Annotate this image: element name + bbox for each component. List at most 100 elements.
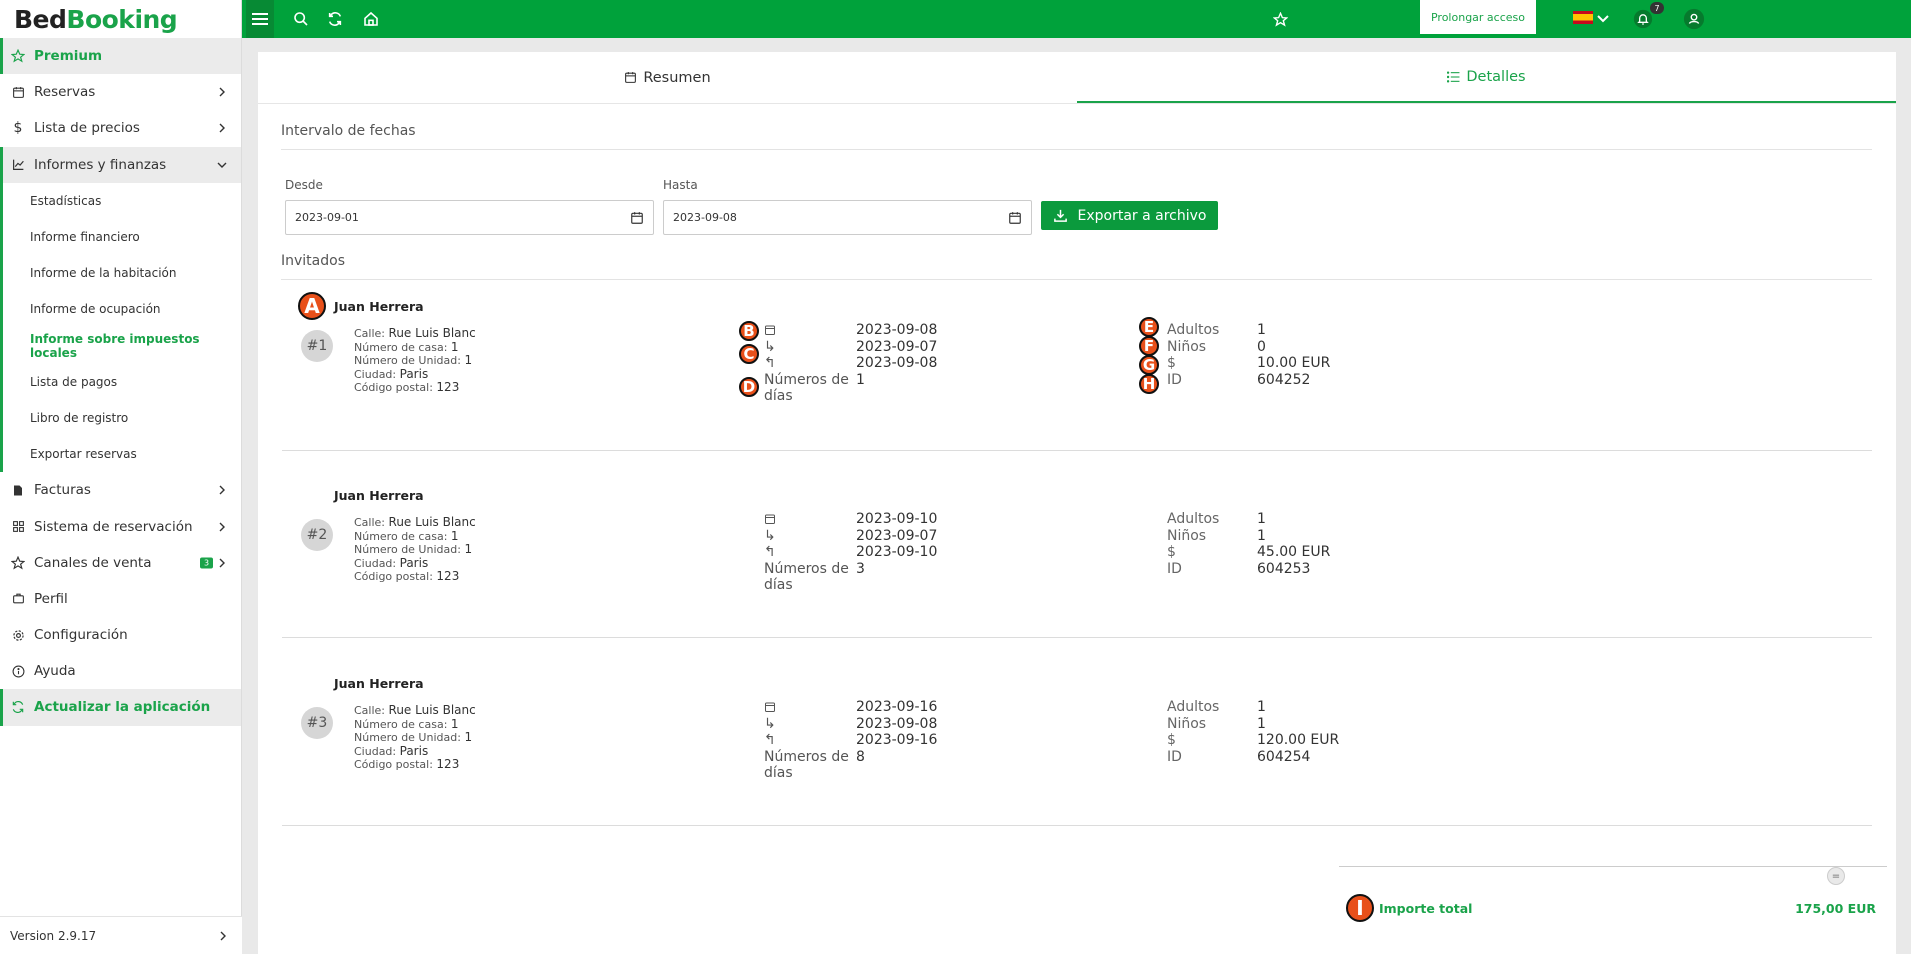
city-value: Paris bbox=[399, 366, 429, 381]
sidebar-item-facturas[interactable]: Facturas bbox=[0, 472, 241, 508]
favorite-button[interactable] bbox=[1263, 0, 1297, 38]
id-label: ID bbox=[1167, 371, 1182, 388]
zip-label: Código postal: bbox=[354, 570, 433, 583]
export-file-button[interactable]: Exportar a archivo bbox=[1041, 201, 1218, 230]
checkout-icon: ↰ bbox=[764, 355, 776, 371]
tab-detalles[interactable]: Detalles bbox=[1077, 52, 1896, 103]
id-value: 604252 bbox=[1257, 371, 1311, 388]
guest-name: Juan Herrera bbox=[334, 676, 424, 691]
main-content: Resumen Detalles Intervalo de fechas Des… bbox=[258, 52, 1896, 954]
menu-toggle-button[interactable] bbox=[246, 0, 274, 38]
calendar-icon bbox=[765, 325, 775, 336]
sidebar-item-configuracion[interactable]: Configuración bbox=[0, 617, 241, 653]
subitem-label: Libro de registro bbox=[30, 410, 129, 425]
hamburger-icon bbox=[252, 13, 268, 25]
guest-address: Calle: Rue Luis Blanc Número de casa: 1 … bbox=[354, 515, 476, 584]
channels-count-badge: 3 bbox=[200, 557, 213, 569]
annotation-marker-e: E bbox=[1139, 317, 1159, 337]
chevron-right-icon bbox=[219, 87, 225, 97]
prolongar-acceso-button[interactable]: Prolongar acceso bbox=[1420, 0, 1536, 34]
checkin-icon: ↳ bbox=[764, 715, 776, 732]
language-dropdown[interactable] bbox=[1593, 0, 1613, 38]
subitem-label: Informe de ocupación bbox=[30, 302, 161, 317]
checkin-icon: ↳ bbox=[764, 527, 776, 544]
children-label: Niños bbox=[1167, 527, 1207, 544]
price-label: $ bbox=[1167, 355, 1176, 371]
sidebar-subitem-informe-financiero[interactable]: Informe financiero bbox=[0, 218, 241, 256]
sidebar-item-label: Actualizar la aplicación bbox=[34, 699, 211, 716]
sidebar-item-perfil[interactable]: Perfil bbox=[0, 581, 241, 617]
price-value: 120.00 EUR bbox=[1257, 732, 1340, 748]
equals-icon: = bbox=[1827, 867, 1845, 885]
guest-occupancy: Adultos 1 Niños 0 $10.00 EUR ID 604252 bbox=[1167, 322, 1330, 388]
chart-line-icon bbox=[10, 157, 26, 173]
search-button[interactable] bbox=[284, 0, 318, 38]
adults-label: Adultos bbox=[1167, 511, 1220, 527]
sidebar-subitem-impuestos-locales[interactable]: Informe sobre impuestos locales bbox=[0, 327, 241, 364]
sidebar-subitem-informe-ocupacion[interactable]: Informe de ocupación bbox=[0, 291, 241, 328]
days-label: Números de bbox=[764, 560, 849, 577]
sidebar-item-label: Sistema de reservación bbox=[34, 518, 193, 535]
sidebar-item-label: Perfil bbox=[34, 590, 68, 607]
street-value: Rue Luis Blanc bbox=[388, 515, 476, 529]
sidebar-item-ayuda[interactable]: Ayuda bbox=[0, 653, 241, 689]
sidebar-item-label: Premium bbox=[34, 48, 103, 65]
annotation-marker-c: C bbox=[739, 344, 759, 364]
sidebar-subitem-lista-pagos[interactable]: Lista de pagos bbox=[0, 363, 241, 400]
adults-value: 1 bbox=[1257, 511, 1266, 527]
gear-icon bbox=[10, 627, 26, 643]
version-label: Version 2.9.17 bbox=[10, 928, 97, 943]
unit-value: 1 bbox=[464, 542, 473, 556]
zip-label: Código postal: bbox=[354, 381, 433, 394]
brand-part1: Bed bbox=[14, 4, 67, 34]
sidebar-subitem-informe-habitacion[interactable]: Informe de la habitación bbox=[0, 255, 241, 292]
checkout-icon: ↰ bbox=[764, 732, 776, 748]
days-label: Números de bbox=[764, 371, 849, 388]
chevron-right-icon bbox=[219, 558, 225, 568]
subitem-label: Informe de la habitación bbox=[30, 266, 177, 281]
briefcase-icon bbox=[10, 591, 26, 607]
unit-label: Número de Unidad: bbox=[354, 354, 461, 367]
guest-name: Juan Herrera bbox=[334, 299, 424, 314]
sidebar-item-premium[interactable]: Premium bbox=[0, 38, 241, 75]
sidebar-item-canales-venta[interactable]: Canales de venta 3 bbox=[0, 545, 241, 581]
sidebar-item-lista-precios[interactable]: $ Lista de precios bbox=[0, 110, 241, 146]
sidebar-subitem-exportar-reservas[interactable]: Exportar reservas bbox=[0, 436, 241, 473]
tab-resumen[interactable]: Resumen bbox=[258, 52, 1077, 103]
street-label: Calle: bbox=[354, 516, 386, 529]
days-label: Números de bbox=[764, 748, 849, 765]
days-label-2: días bbox=[764, 577, 793, 593]
subitem-label: Exportar reservas bbox=[30, 447, 137, 462]
children-value: 0 bbox=[1257, 338, 1266, 355]
annotation-marker-h: H bbox=[1139, 374, 1159, 394]
adults-value: 1 bbox=[1257, 322, 1266, 338]
checkout-value: 2023-09-08 bbox=[856, 355, 938, 371]
house-value: 1 bbox=[450, 528, 459, 543]
guest-divider bbox=[282, 825, 1872, 826]
sidebar-item-actualizar[interactable]: Actualizar la aplicación bbox=[0, 689, 241, 726]
city-label: Ciudad: bbox=[354, 744, 397, 758]
sidebar-subitem-libro-registro[interactable]: Libro de registro bbox=[0, 399, 241, 437]
sidebar-item-sistema-reservacion[interactable]: Sistema de reservación bbox=[0, 508, 241, 544]
calendar-icon[interactable] bbox=[630, 211, 644, 225]
sidebar-item-informes[interactable]: Informes y finanzas bbox=[0, 146, 241, 183]
guest-occupancy: Adultos 1 Niños 1 $120.00 EUR ID 604254 bbox=[1167, 699, 1339, 765]
user-menu-button[interactable] bbox=[1679, 0, 1709, 38]
sidebar-item-reservas[interactable]: Reservas bbox=[0, 74, 241, 110]
to-date-input[interactable]: 2023-09-08 bbox=[663, 200, 1032, 235]
id-value: 604254 bbox=[1257, 748, 1311, 765]
star-icon bbox=[1272, 11, 1288, 27]
flag-es-icon[interactable] bbox=[1573, 11, 1593, 24]
tabs: Resumen Detalles bbox=[258, 52, 1896, 104]
id-label: ID bbox=[1167, 560, 1182, 577]
sidebar-subitem-estadisticas[interactable]: Estadísticas bbox=[0, 182, 241, 219]
version-item[interactable]: Version 2.9.17 bbox=[0, 916, 242, 954]
price-label: $ bbox=[1167, 732, 1176, 748]
brand-logo[interactable]: Bed Booking bbox=[0, 0, 241, 38]
zip-value: 123 bbox=[436, 569, 460, 583]
street-value: Rue Luis Blanc bbox=[388, 326, 476, 340]
calendar-icon[interactable] bbox=[1008, 211, 1022, 225]
refresh-button[interactable] bbox=[318, 0, 352, 38]
from-date-input[interactable]: 2023-09-01 bbox=[285, 200, 654, 235]
home-button[interactable] bbox=[354, 0, 388, 38]
